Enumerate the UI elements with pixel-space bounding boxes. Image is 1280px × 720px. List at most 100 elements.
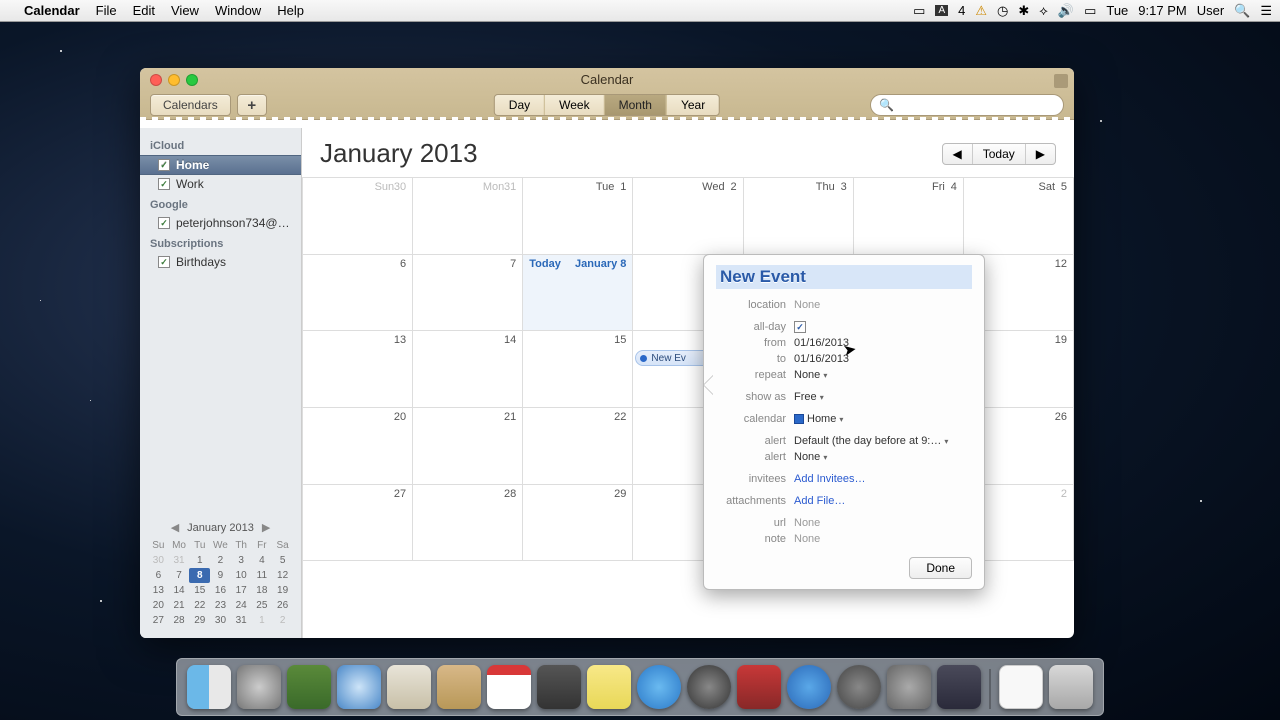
minical-day[interactable]: 27 [148,613,169,628]
next-month-button[interactable]: ▶ [1026,144,1055,164]
dock-finder-icon[interactable] [187,665,231,709]
notification-center-icon[interactable]: ☰ [1260,3,1272,19]
minical-day[interactable]: 2 [210,553,231,568]
day-cell[interactable]: Tue1 [523,178,633,255]
bluetooth-icon[interactable]: ✱ [1018,3,1029,19]
clock-day[interactable]: Tue [1106,3,1128,18]
minical-day[interactable]: 3 [231,553,252,568]
user-menu[interactable]: User [1197,3,1224,18]
calendar-checkbox[interactable] [158,256,170,268]
minical-day[interactable]: 12 [272,568,293,583]
minical-day[interactable]: 18 [252,583,273,598]
event-title-field[interactable]: New Event [716,265,972,289]
dock-appstore-icon[interactable] [837,665,881,709]
minical-day[interactable]: 26 [272,598,293,613]
search-field[interactable]: 🔍 [870,94,1064,116]
calendars-button[interactable]: Calendars [150,94,231,116]
sidebar-item[interactable]: Birthdays [140,253,301,271]
clock-time[interactable]: 9:17 PM [1138,3,1186,18]
from-field[interactable]: 01/16/2013 [794,337,849,349]
minical-day[interactable]: 5 [272,553,293,568]
minical-day[interactable]: 8 [189,568,210,583]
spotlight-icon[interactable]: 🔍 [1234,3,1250,19]
minical-day[interactable]: 31 [169,553,190,568]
minical-next[interactable]: ▶ [262,521,270,534]
view-day[interactable]: Day [495,95,545,115]
day-cell[interactable]: Sun30 [303,178,413,255]
dock-missioncontrol-icon[interactable] [287,665,331,709]
dock-safari-icon[interactable] [337,665,381,709]
dock-mail-icon[interactable] [387,665,431,709]
showas-dropdown[interactable]: Free [794,391,824,403]
dock-trash-icon[interactable] [1049,665,1093,709]
menu-edit[interactable]: Edit [133,3,155,18]
to-field[interactable]: 01/16/2013 [794,353,849,365]
day-cell[interactable]: 7 [413,255,523,332]
minical-day[interactable]: 25 [252,598,273,613]
app-menu[interactable]: Calendar [24,3,80,18]
minical-day[interactable]: 7 [169,568,190,583]
day-cell[interactable]: Fri4 [854,178,964,255]
allday-checkbox[interactable] [794,321,806,333]
minical-day[interactable]: 2 [272,613,293,628]
add-invitees-link[interactable]: Add Invitees… [794,473,866,485]
minical-prev[interactable]: ◀ [171,521,179,534]
minical-day[interactable]: 9 [210,568,231,583]
dock-calendar-icon[interactable] [487,665,531,709]
alert2-dropdown[interactable]: None [794,451,827,463]
airplay-icon[interactable]: ▭ [913,3,925,19]
calendar-dropdown[interactable]: Home [794,413,843,425]
wifi-icon[interactable]: ⟡ [1039,3,1048,19]
day-cell[interactable]: Mon31 [413,178,523,255]
minical-day[interactable]: 17 [231,583,252,598]
minical-day[interactable]: 29 [189,613,210,628]
view-week[interactable]: Week [545,95,604,115]
prev-month-button[interactable]: ◀ [943,144,973,164]
day-cell[interactable]: Wed2 [633,178,743,255]
day-cell[interactable]: Sat5 [964,178,1074,255]
repeat-dropdown[interactable]: None [794,369,827,381]
day-cell[interactable]: 28 [413,485,523,562]
day-cell[interactable]: 14 [413,331,523,408]
dock-facetime-icon[interactable] [687,665,731,709]
url-field[interactable]: None [794,517,820,529]
add-event-button[interactable]: + [237,94,267,116]
day-cell[interactable]: 6 [303,255,413,332]
minical-day[interactable]: 1 [252,613,273,628]
minical-day[interactable]: 16 [210,583,231,598]
volume-icon[interactable]: 🔊 [1058,3,1074,19]
battery-warning-icon[interactable]: ⚠ [975,3,987,19]
minical-day[interactable]: 6 [148,568,169,583]
day-cell[interactable]: 20 [303,408,413,485]
menu-window[interactable]: Window [215,3,261,18]
minical-day[interactable]: 30 [148,553,169,568]
day-cell[interactable]: 27 [303,485,413,562]
alert-dropdown[interactable]: Default (the day before at 9:… [794,435,948,447]
dock-sysprefs-icon[interactable] [887,665,931,709]
day-cell[interactable]: TodayJanuary 8 [523,255,633,332]
location-field[interactable]: None [794,299,820,311]
day-cell[interactable]: 29 [523,485,633,562]
minical-day[interactable]: 10 [231,568,252,583]
day-cell[interactable]: Thu3 [744,178,854,255]
sidebar-item[interactable]: Work [140,175,301,193]
minical-day[interactable]: 21 [169,598,190,613]
minical-day[interactable]: 11 [252,568,273,583]
today-button[interactable]: Today [973,144,1026,164]
minical-day[interactable]: 30 [210,613,231,628]
dock-document-icon[interactable] [999,665,1043,709]
adobe-icon[interactable]: A [935,5,948,16]
done-button[interactable]: Done [909,557,972,579]
day-cell[interactable]: 22 [523,408,633,485]
minical-day[interactable]: 31 [231,613,252,628]
minical-day[interactable]: 23 [210,598,231,613]
dock-imovie-icon[interactable] [937,665,981,709]
dock-reminders-icon[interactable] [537,665,581,709]
minical-day[interactable]: 15 [189,583,210,598]
dock-photobooth-icon[interactable] [737,665,781,709]
dock-contacts-icon[interactable] [437,665,481,709]
note-field[interactable]: None [794,533,820,545]
view-year[interactable]: Year [667,95,719,115]
minical-day[interactable]: 1 [189,553,210,568]
dock-notes-icon[interactable] [587,665,631,709]
